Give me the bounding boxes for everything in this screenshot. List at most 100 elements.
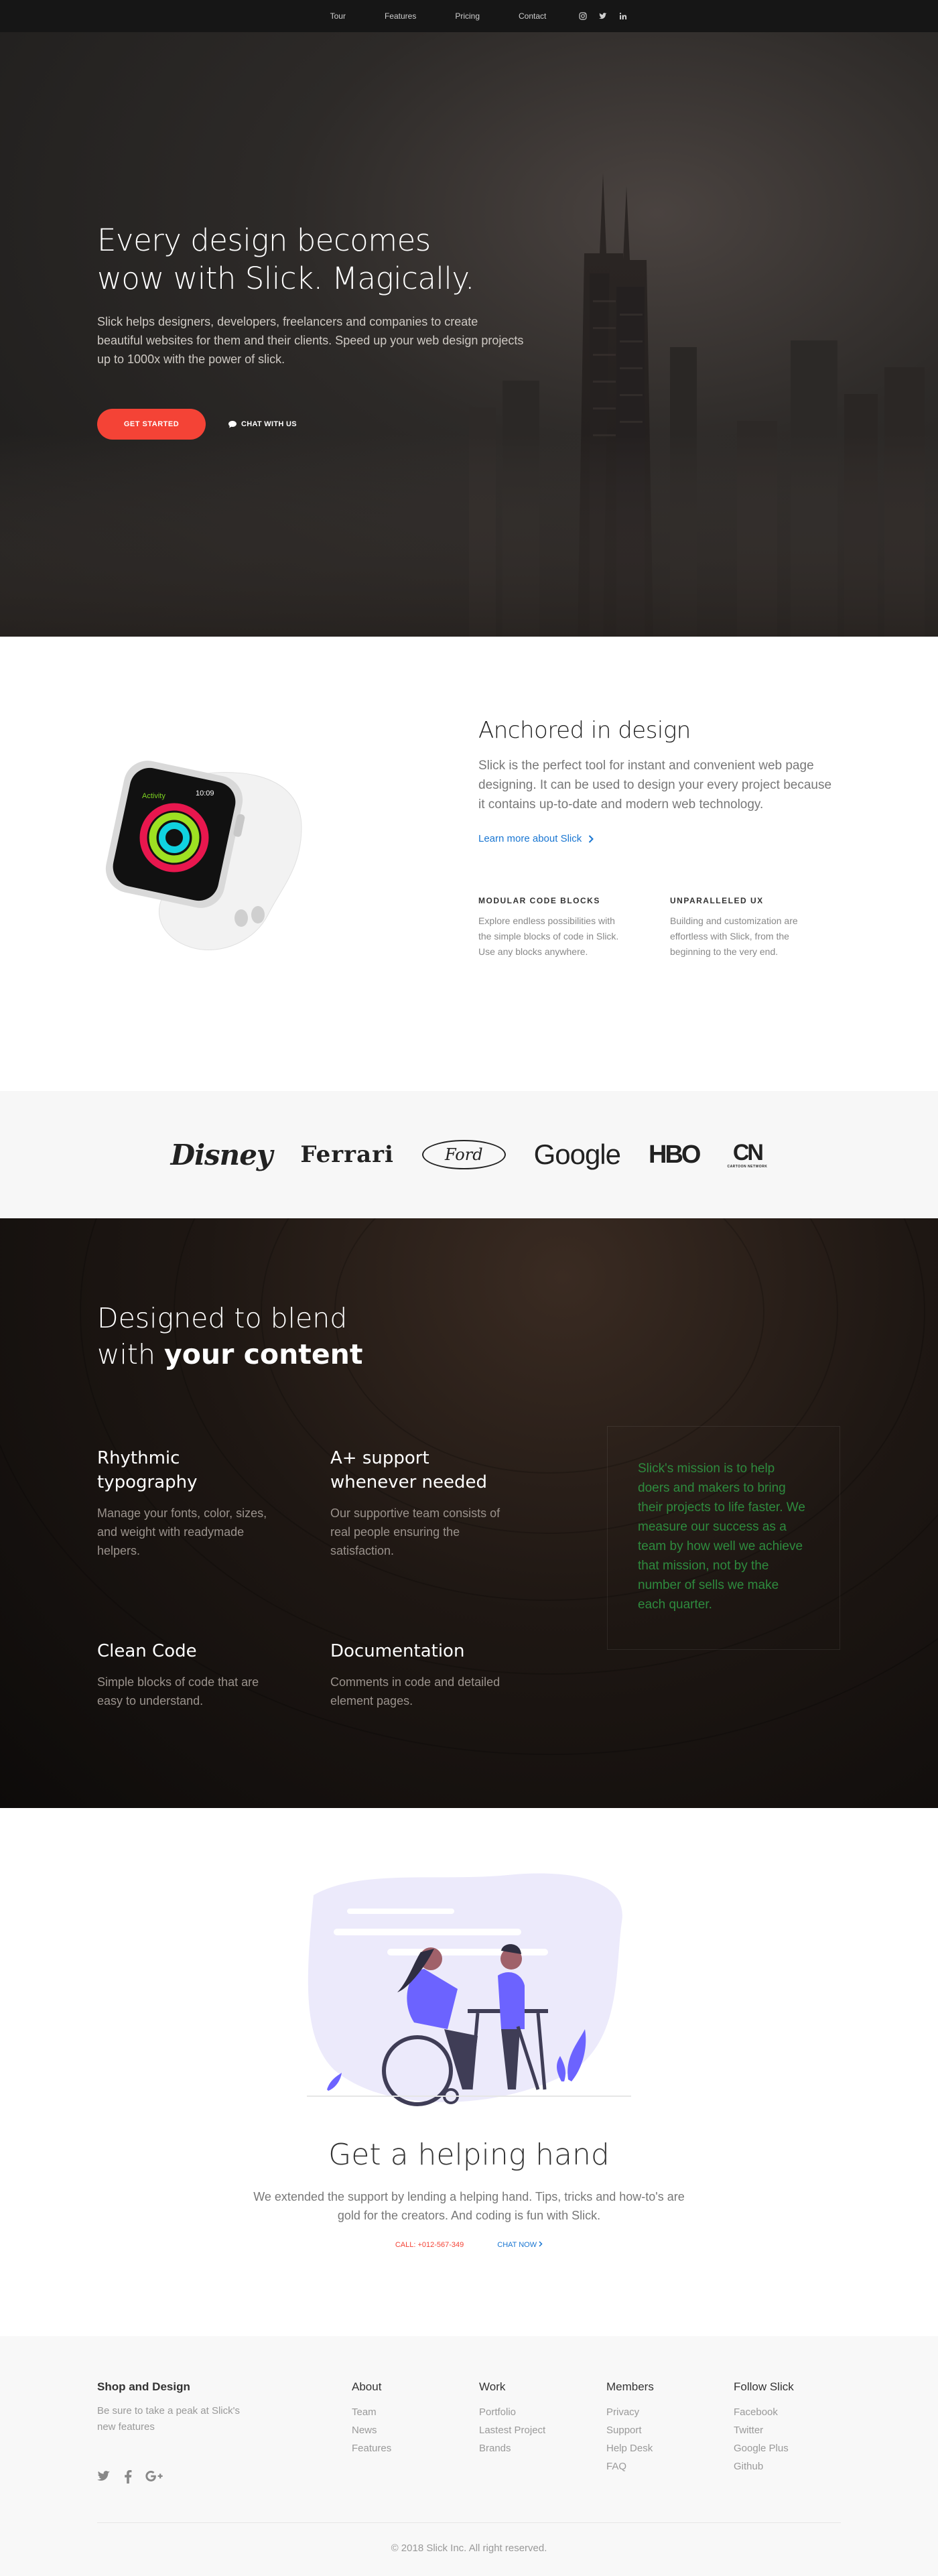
footer-divider xyxy=(97,2522,841,2523)
feature-title: MODULAR CODE BLOCKS xyxy=(478,896,600,905)
blend-item-typography: Rhythmic typography Manage your fonts, c… xyxy=(97,1446,278,1560)
footer-brand-title: Shop and Design xyxy=(97,2380,190,2393)
blend-title-prefix: with xyxy=(97,1338,165,1370)
twitter-icon[interactable] xyxy=(97,2470,111,2482)
hero-content: Every design becomes wow with Slick. Mag… xyxy=(97,221,526,440)
footer-link[interactable]: Twitter xyxy=(734,2421,794,2439)
help-description: We extended the support by lending a hel… xyxy=(253,2190,685,2222)
help-section: Get a helping hand We extended the suppo… xyxy=(0,1808,938,2336)
footer-col-title: Members xyxy=(606,2380,654,2393)
help-actions: CALL: +012-567-349 CHAT NOW xyxy=(0,2241,938,2249)
blend-item-title: Clean Code xyxy=(97,1641,197,1661)
mission-text: Slick's mission is to help doers and mak… xyxy=(638,1462,805,1612)
chat-bubble-icon xyxy=(228,420,237,428)
footer: Shop and Design Be sure to take a peak a… xyxy=(0,2336,938,2576)
cn-mark: CN xyxy=(732,1140,764,1165)
twitter-icon[interactable] xyxy=(599,12,607,20)
blend-features-grid: Rhythmic typography Manage your fonts, c… xyxy=(97,1446,566,1734)
footer-link[interactable]: Team xyxy=(352,2403,391,2421)
nav-link-tour[interactable]: Tour xyxy=(311,11,365,21)
footer-link[interactable]: Github xyxy=(734,2457,794,2475)
call-link[interactable]: CALL: +012-567-349 xyxy=(395,2241,464,2249)
footer-link[interactable]: Support xyxy=(606,2421,654,2439)
footer-link[interactable]: Google Plus xyxy=(734,2439,794,2457)
footer-col-work: Work Portfolio Lastest Project Brands xyxy=(479,2380,545,2457)
hero-title: Every design becomes wow with Slick. Mag… xyxy=(97,221,526,298)
get-started-button[interactable]: GET STARTED xyxy=(97,409,206,440)
cartoon-network-logo: CN CARTOON NETWORK xyxy=(727,1141,767,1169)
blend-item-text: Manage your fonts, color, sizes, and wei… xyxy=(97,1506,267,1557)
footer-link[interactable]: Portfolio xyxy=(479,2403,545,2421)
hero-title-line1: Every design becomes xyxy=(97,222,431,258)
chat-with-us-label: CHAT WITH US xyxy=(241,420,297,428)
blend-item-text: Our supportive team consists of real peo… xyxy=(330,1506,500,1557)
learn-more-link[interactable]: Learn more about Slick xyxy=(478,833,594,844)
top-nav: Tour Features Pricing Contact xyxy=(0,0,938,32)
blend-item-title: Rhythmic typography xyxy=(97,1448,198,1492)
disney-logo: Disney xyxy=(170,1138,273,1171)
ford-logo: Ford xyxy=(421,1140,506,1169)
chevron-right-icon xyxy=(539,2241,543,2247)
footer-link[interactable]: Privacy xyxy=(606,2403,654,2421)
mission-box: Slick's mission is to help doers and mak… xyxy=(607,1426,840,1650)
anchored-features: MODULAR CODE BLOCKS Explore endless poss… xyxy=(478,896,840,960)
footer-col-members: Members Privacy Support Help Desk FAQ xyxy=(606,2380,654,2475)
footer-link[interactable]: Features xyxy=(352,2439,391,2457)
nav-link-features[interactable]: Features xyxy=(365,11,436,21)
footer-col-title: Work xyxy=(479,2380,506,2393)
feature-ux: UNPARALLELED UX Building and customizati… xyxy=(670,896,811,960)
footer-brand: Shop and Design Be sure to take a peak a… xyxy=(97,2380,245,2435)
blend-item-text: Simple blocks of code that are easy to u… xyxy=(97,1675,259,1708)
hero-title-line2: wow with Slick. Magically. xyxy=(97,261,474,296)
blend-item-title: A+ support whenever needed xyxy=(330,1448,488,1492)
chevron-right-icon xyxy=(589,834,594,843)
watch-time: 10:09 xyxy=(196,789,214,797)
blend-item-support: A+ support whenever needed Our supportiv… xyxy=(330,1446,511,1560)
linkedin-icon[interactable] xyxy=(619,12,627,20)
google-plus-icon[interactable] xyxy=(145,2470,163,2482)
footer-col-about: About Team News Features xyxy=(352,2380,391,2457)
footer-link[interactable]: Lastest Project xyxy=(479,2421,545,2439)
blend-item-text: Comments in code and detailed element pa… xyxy=(330,1675,500,1708)
blend-item-documentation: Documentation Comments in code and detai… xyxy=(330,1639,511,1710)
nav-link-pricing[interactable]: Pricing xyxy=(436,11,499,21)
hero-lead: Slick helps designers, developers, freel… xyxy=(97,315,524,366)
blend-title-bold: your content xyxy=(164,1338,363,1370)
feature-modular: MODULAR CODE BLOCKS Explore endless poss… xyxy=(478,896,619,960)
anchored-section: Activity 10:09 Anchored in design Slick … xyxy=(0,637,938,1091)
facebook-icon[interactable] xyxy=(124,2470,132,2484)
footer-link[interactable]: FAQ xyxy=(606,2457,654,2475)
blend-section: Designed to blend with your content Rhyt… xyxy=(0,1218,938,1808)
blend-title: Designed to blend with your content xyxy=(97,1300,362,1372)
anchored-title: Anchored in design xyxy=(478,717,691,744)
hero-section: Every design becomes wow with Slick. Mag… xyxy=(0,32,938,637)
nav-link-contact[interactable]: Contact xyxy=(499,11,565,21)
help-title: Get a helping hand xyxy=(328,2138,610,2172)
instagram-icon[interactable] xyxy=(579,12,587,20)
footer-link[interactable]: News xyxy=(352,2421,391,2439)
nav-links: Tour Features Pricing Contact xyxy=(311,11,566,21)
chat-with-us-link[interactable]: CHAT WITH US xyxy=(228,420,297,428)
footer-link[interactable]: Facebook xyxy=(734,2403,794,2421)
blend-item-title: Documentation xyxy=(330,1641,465,1661)
footer-col-follow: Follow Slick Facebook Twitter Google Plu… xyxy=(734,2380,794,2475)
footer-link[interactable]: Help Desk xyxy=(606,2439,654,2457)
watch-app-label: Activity xyxy=(142,792,165,800)
copyright: © 2018 Slick Inc. All right reserved. xyxy=(391,2542,547,2554)
google-logo: Google xyxy=(533,1139,621,1170)
helping-hand-illustration xyxy=(307,1873,631,2106)
brands-section: Disney Ferrari Ford Google HBO CN CARTOO… xyxy=(0,1091,938,1218)
feature-title: UNPARALLELED UX xyxy=(670,896,764,905)
ferrari-logo: Ferrari xyxy=(300,1141,394,1168)
footer-brand-blurb: Be sure to take a peak at Slick's new fe… xyxy=(97,2405,240,2433)
footer-col-title: Follow Slick xyxy=(734,2380,794,2393)
smartwatch-image: Activity 10:09 xyxy=(105,761,302,951)
learn-more-label: Learn more about Slick xyxy=(478,833,582,844)
chat-now-link[interactable]: CHAT NOW xyxy=(497,2241,543,2249)
footer-col-title: About xyxy=(352,2380,382,2393)
hbo-logo: HBO xyxy=(649,1140,701,1169)
footer-link[interactable]: Brands xyxy=(479,2439,545,2457)
footer-social xyxy=(97,2470,163,2484)
blend-title-line1: Designed to blend xyxy=(97,1302,348,1334)
chat-now-label: CHAT NOW xyxy=(497,2241,537,2249)
